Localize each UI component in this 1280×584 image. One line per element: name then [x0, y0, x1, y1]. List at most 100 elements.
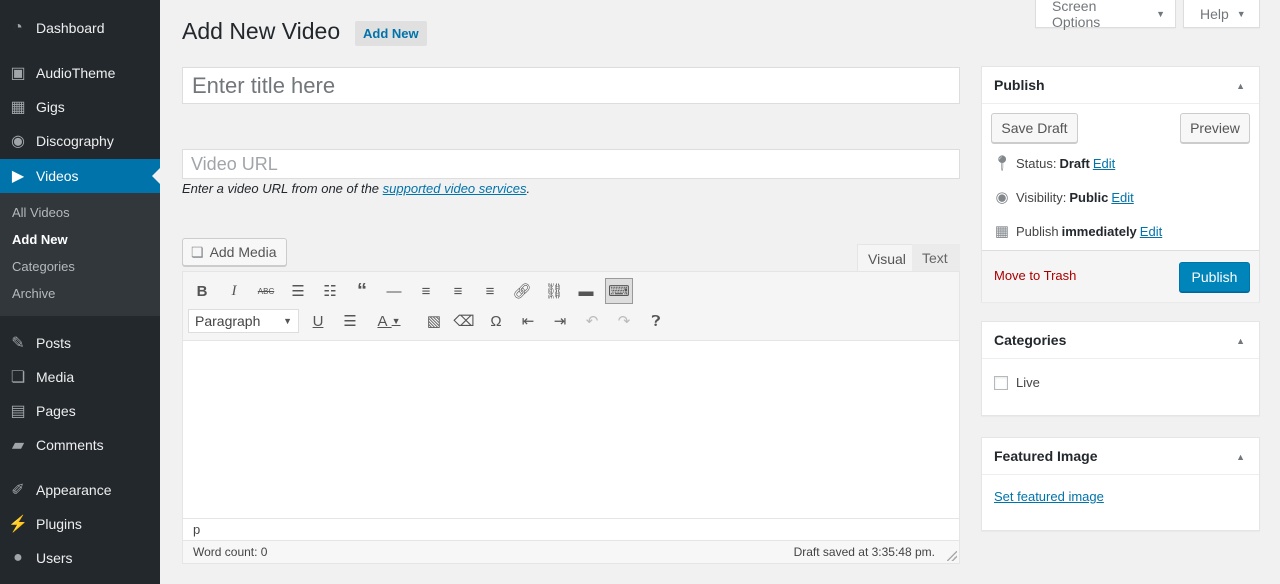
align-left-icon[interactable]: ≡	[413, 279, 439, 303]
format-select[interactable]: Paragraph ▼	[188, 309, 299, 333]
collapse-arrow-icon[interactable]: ▲	[1236, 336, 1245, 346]
editor-content-area[interactable]	[183, 340, 959, 518]
content-editor: B I ABC ☰ ☷ “ — ≡ ≡ ≡ 🔗︎ ⛓ ▬ ⌨ Paragraph…	[182, 271, 960, 564]
strikethrough-icon[interactable]: ABC	[253, 279, 279, 303]
edit-visibility-link[interactable]: Edit	[1111, 190, 1133, 205]
menu-label: Pages	[36, 403, 76, 419]
screen-options-button[interactable]: Screen Options ▼	[1035, 0, 1176, 30]
submenu-archive[interactable]: Archive	[12, 286, 55, 301]
menu-label: Comments	[36, 437, 104, 453]
status-label: Status:	[1016, 155, 1057, 171]
publish-header: Publish ▲	[982, 67, 1259, 104]
align-center-icon[interactable]: ≡	[445, 279, 471, 303]
video-url-help: Enter a video URL from one of the suppor…	[182, 181, 530, 196]
menu-label: Appearance	[36, 482, 112, 498]
text-color-icon[interactable]: A ▼	[369, 309, 409, 333]
preview-button[interactable]: Preview	[1180, 113, 1250, 143]
categories-title: Categories	[994, 332, 1067, 348]
unlink-icon[interactable]: ⛓	[541, 279, 567, 303]
category-label[interactable]: Live	[1016, 375, 1040, 390]
set-featured-image-link[interactable]: Set featured image	[994, 489, 1104, 504]
move-to-trash-link[interactable]: Move to Trash	[994, 268, 1076, 283]
category-checkbox[interactable]	[994, 375, 1008, 390]
menu-plugins[interactable]: ⚡ Plugins	[0, 507, 160, 541]
add-new-button[interactable]: Add New	[355, 21, 427, 46]
help-prefix: Enter a video URL from one of the	[182, 181, 383, 196]
submenu-categories[interactable]: Categories	[12, 259, 75, 274]
tab-visual[interactable]: Visual	[857, 244, 917, 272]
undo-icon[interactable]: ↶	[579, 309, 605, 333]
publish-button[interactable]: Publish	[1179, 262, 1250, 292]
menu-label: Dashboard	[36, 20, 105, 36]
bold-icon[interactable]: B	[189, 279, 215, 303]
collapse-arrow-icon[interactable]: ▲	[1236, 452, 1245, 462]
menu-videos[interactable]: ▶ Videos	[0, 159, 160, 193]
video-url-input[interactable]	[182, 149, 960, 179]
menu-media[interactable]: ❏ Media	[0, 360, 160, 394]
media-icon: ❏	[191, 243, 204, 260]
menu-posts[interactable]: ✎ Posts	[0, 326, 160, 360]
link-icon[interactable]: 🔗︎	[509, 279, 535, 303]
categories-header: Categories ▲	[982, 322, 1259, 359]
featured-image-title: Featured Image	[994, 448, 1098, 464]
menu-label: Gigs	[36, 99, 65, 115]
autosave-status: Draft saved at 3:35:48 pm.	[793, 545, 935, 559]
submenu-add-new[interactable]: Add New	[12, 232, 68, 247]
clear-formatting-icon[interactable]: ⌫	[451, 309, 477, 333]
paste-text-icon[interactable]: ▧	[421, 309, 447, 333]
menu-label: Videos	[36, 168, 79, 184]
bullet-list-icon[interactable]: ☰	[285, 279, 311, 303]
page-title: Add New Video	[182, 18, 341, 44]
outdent-icon[interactable]: ⇤	[515, 309, 541, 333]
help-button[interactable]: Help ▼	[1183, 0, 1260, 28]
edit-date-link[interactable]: Edit	[1140, 224, 1162, 239]
menu-gigs[interactable]: ▦ Gigs	[0, 90, 160, 124]
numbered-list-icon[interactable]: ☷	[317, 279, 343, 303]
read-more-icon[interactable]: ▬	[573, 279, 599, 303]
horizontal-line-icon[interactable]: —	[381, 279, 407, 303]
add-media-label: Add Media	[209, 244, 277, 260]
save-draft-button[interactable]: Save Draft	[991, 113, 1078, 143]
caret-down-icon: ▼	[1156, 8, 1165, 19]
toolbar-toggle-icon[interactable]: ⌨	[605, 278, 633, 304]
blockquote-icon[interactable]: “	[349, 279, 375, 303]
menu-label: AudioTheme	[36, 65, 116, 81]
add-media-button[interactable]: ❏ Add Media	[182, 238, 287, 266]
dashboard-icon: ◔	[13, 19, 23, 36]
resize-handle-icon[interactable]	[947, 551, 957, 561]
menu-dashboard[interactable]: ◔ Dashboard	[0, 11, 160, 45]
pages-icon: ▤	[10, 403, 26, 420]
menu-users[interactable]: ● Users	[0, 541, 160, 575]
menu-audiotheme[interactable]: ▣ AudioTheme	[0, 56, 160, 90]
edit-status-link[interactable]: Edit	[1093, 156, 1115, 171]
menu-label: Media	[36, 369, 75, 385]
status-row: 📍︎ Status: Draft Edit	[992, 154, 1115, 172]
italic-icon[interactable]: I	[221, 279, 247, 303]
help-icon[interactable]: ❓︎	[643, 309, 669, 333]
publish-box: Publish ▲ Save Draft Preview 📍︎ Status: …	[981, 66, 1260, 302]
tab-text[interactable]: Text	[912, 244, 960, 272]
caret-down-icon: ▼	[283, 316, 292, 326]
post-title-input[interactable]	[182, 67, 960, 104]
menu-discography[interactable]: ◉ Discography	[0, 124, 160, 158]
supported-services-link[interactable]: supported video services	[383, 181, 527, 196]
publish-date-value: immediately	[1061, 223, 1137, 239]
submenu-all-videos[interactable]: All Videos	[12, 205, 70, 220]
justify-icon[interactable]: ☰	[337, 309, 363, 333]
menu-appearance[interactable]: ✐ Appearance	[0, 473, 160, 507]
categories-box: Categories ▲ Live	[981, 321, 1260, 416]
media-icon: ❏	[10, 369, 26, 386]
menu-comments[interactable]: ▰ Comments	[0, 428, 160, 462]
status-value: Draft	[1059, 155, 1090, 171]
indent-icon[interactable]: ⇥	[547, 309, 573, 333]
menu-pages[interactable]: ▤ Pages	[0, 394, 160, 428]
editor-path: p	[183, 518, 959, 540]
eye-icon: ◉	[995, 189, 1009, 206]
align-right-icon[interactable]: ≡	[477, 279, 503, 303]
redo-icon[interactable]: ↷	[611, 309, 637, 333]
special-character-icon[interactable]: Ω	[483, 309, 509, 333]
videos-submenu: All Videos Add New Categories Archive	[0, 193, 160, 316]
underline-icon[interactable]: U	[305, 309, 331, 333]
collapse-arrow-icon[interactable]: ▲	[1236, 81, 1245, 91]
menu-label: Users	[36, 550, 73, 566]
